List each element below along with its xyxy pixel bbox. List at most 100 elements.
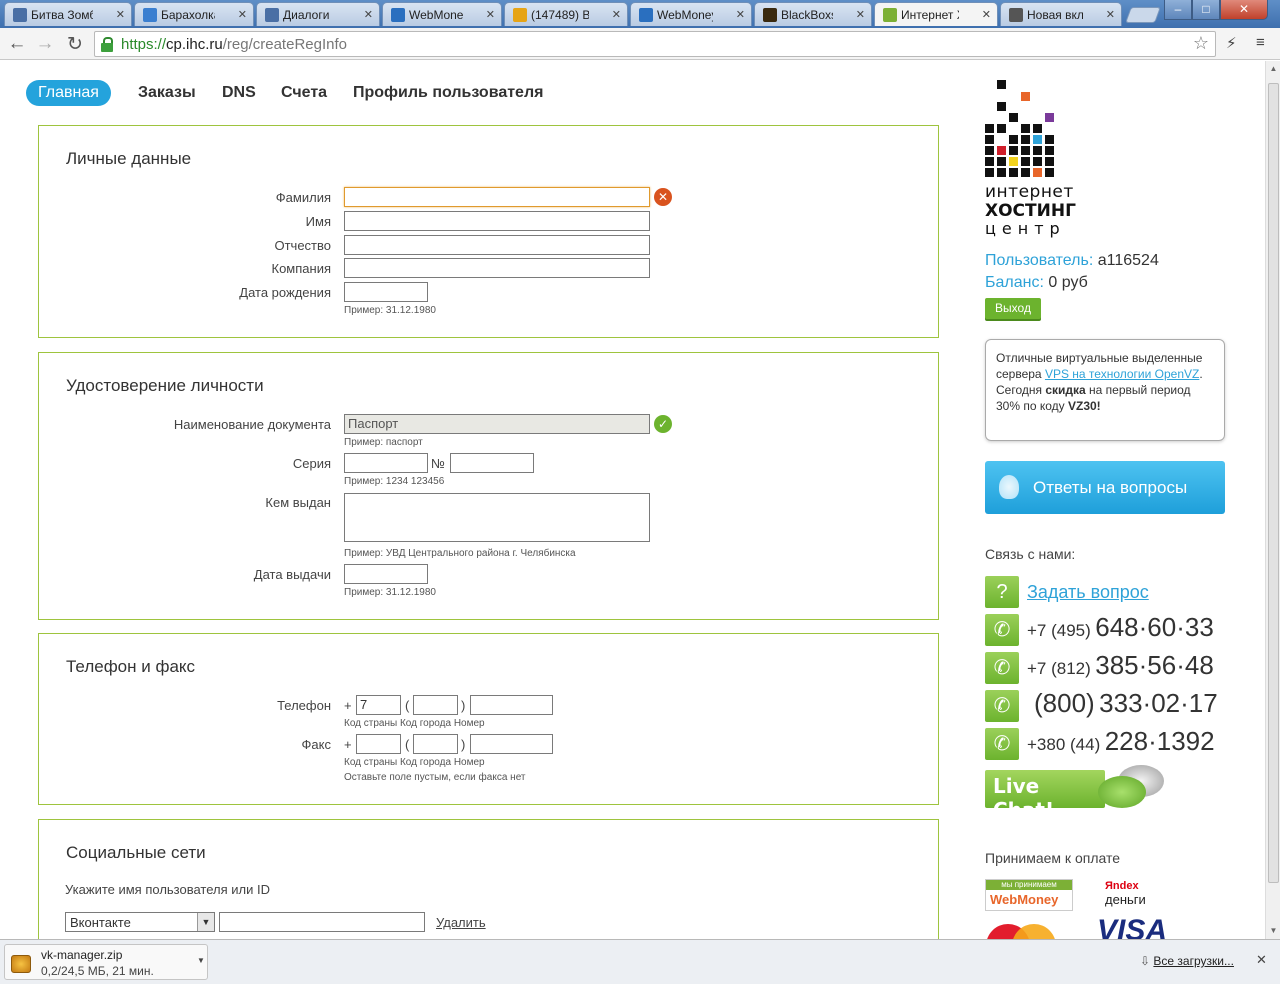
- favicon-icon: [1009, 8, 1023, 22]
- promo-code: VZ30!: [1068, 399, 1101, 413]
- scroll-down-icon[interactable]: ▼: [1266, 923, 1280, 939]
- webmoney-logo: мы принимаем WebMoney: [985, 879, 1073, 911]
- download-shelf: vk-manager.zip 0,2/24,5 МБ, 21 мин. ▼ ⇩ …: [0, 939, 1280, 984]
- fax-number-input[interactable]: [470, 734, 553, 754]
- company-label: Компания: [271, 261, 332, 276]
- phone-number-input[interactable]: [470, 695, 553, 715]
- bookmark-star-icon[interactable]: ☆: [1193, 33, 1209, 54]
- live-chat-button[interactable]: Live Chat!: [985, 770, 1105, 822]
- promo-discount: скидка: [1045, 383, 1086, 397]
- birthdate-input[interactable]: [344, 282, 428, 302]
- address-bar[interactable]: https://cp.ihc.ru/reg/createRegInfo ☆: [94, 31, 1216, 57]
- promo-vps-link[interactable]: VPS на технологии OpenVZ: [1045, 367, 1199, 381]
- browser-tab[interactable]: Барахолка - ✕: [134, 2, 254, 26]
- series-input[interactable]: [344, 453, 428, 473]
- browser-tab[interactable]: BlackBoxs.Bi ✕: [754, 2, 872, 26]
- close-window-button[interactable]: ✕: [1220, 0, 1268, 20]
- browser-tab-active[interactable]: Интернет Хо ✕: [874, 2, 998, 26]
- phone-icon: ✆: [985, 614, 1019, 646]
- payment-title: Принимаем к оплате: [985, 850, 1121, 866]
- company-input[interactable]: [344, 258, 650, 278]
- tab-close-icon[interactable]: ✕: [856, 8, 865, 21]
- phone-number: 385·56·48: [1095, 650, 1214, 680]
- tab-close-icon[interactable]: ✕: [736, 8, 745, 21]
- tab-close-icon[interactable]: ✕: [982, 8, 991, 21]
- browser-tab[interactable]: Новая вклад ✕: [1000, 2, 1122, 26]
- chat-bubble-icon: [1098, 776, 1146, 808]
- favicon-icon: [13, 8, 27, 22]
- series-label: Серия: [292, 456, 331, 471]
- forward-icon[interactable]: →: [34, 33, 56, 55]
- issuer-label: Кем выдан: [265, 495, 331, 510]
- social-username-input[interactable]: [219, 912, 425, 932]
- all-downloads-link[interactable]: ⇩ Все загрузки...: [1140, 954, 1234, 968]
- issue-date-input[interactable]: [344, 564, 428, 584]
- tab-close-icon[interactable]: ✕: [486, 8, 495, 21]
- social-network-select[interactable]: Вконтакте ▼: [65, 912, 215, 932]
- close-icon[interactable]: ✕: [1256, 952, 1267, 968]
- promo-box: Отличные виртуальные выделенные сервера …: [985, 339, 1225, 441]
- question-icon[interactable]: ?: [985, 576, 1019, 608]
- passport-number-input[interactable]: [450, 453, 534, 473]
- social-section: Социальные сети Укажите имя пользователя…: [38, 819, 939, 944]
- logout-button[interactable]: Выход: [985, 298, 1041, 319]
- url-path: /reg/createRegInfo: [222, 36, 347, 53]
- chevron-down-icon[interactable]: ▼: [197, 956, 205, 965]
- logo-text-line1: интернет: [985, 182, 1074, 202]
- url-host: cp.ihc.ru: [166, 36, 223, 53]
- phone-line: +7 (812) 385·56·48: [1027, 650, 1214, 681]
- extension-icon[interactable]: ⚡: [1226, 34, 1237, 52]
- browser-tab[interactable]: Диалоги ✕: [256, 2, 380, 26]
- plus-sign: +: [344, 737, 352, 752]
- faq-button[interactable]: Ответы на вопросы: [985, 461, 1225, 514]
- scroll-thumb[interactable]: [1268, 83, 1279, 883]
- chevron-down-icon[interactable]: ▼: [197, 913, 214, 931]
- tab-close-icon[interactable]: ✕: [116, 8, 125, 21]
- nav-profile[interactable]: Профиль пользователя: [353, 80, 543, 106]
- browser-tab[interactable]: Битва Зомби ✕: [4, 2, 132, 26]
- minimize-button[interactable]: –: [1164, 0, 1192, 20]
- download-item[interactable]: vk-manager.zip 0,2/24,5 МБ, 21 мин. ▼: [4, 944, 208, 980]
- nav-home[interactable]: Главная: [26, 80, 111, 106]
- phone-city-input[interactable]: [413, 695, 458, 715]
- nav-dns[interactable]: DNS: [222, 80, 256, 106]
- tab-close-icon[interactable]: ✕: [612, 8, 621, 21]
- ask-question-link[interactable]: Задать вопрос: [1027, 582, 1149, 603]
- phone-prefix: +380 (44): [1027, 735, 1101, 754]
- tab-close-icon[interactable]: ✕: [1106, 8, 1115, 21]
- menu-icon[interactable]: ≡: [1256, 34, 1265, 51]
- doctype-input[interactable]: Паспорт: [344, 414, 650, 434]
- fax-city-input[interactable]: [413, 734, 458, 754]
- browser-tab[interactable]: (147489) Вход ✕: [504, 2, 628, 26]
- tab-title: WebMoney К: [409, 8, 463, 22]
- surname-input[interactable]: [344, 187, 650, 207]
- delete-link[interactable]: Удалить: [436, 915, 486, 930]
- name-input[interactable]: [344, 211, 650, 231]
- scroll-up-icon[interactable]: ▲: [1266, 61, 1280, 77]
- tab-title: Барахолка -: [161, 8, 215, 22]
- issuer-hint: Пример: УВД Центрального района г. Челяб…: [344, 548, 576, 559]
- favicon-icon: [143, 8, 157, 22]
- tab-close-icon[interactable]: ✕: [238, 8, 247, 21]
- reload-icon[interactable]: ↻: [64, 33, 86, 56]
- fax-hint: Код страны Код города Номер: [344, 757, 485, 768]
- phone-prefix: +7 (495): [1027, 621, 1091, 640]
- patronymic-input[interactable]: [344, 235, 650, 255]
- page-scrollbar[interactable]: ▲ ▼: [1265, 61, 1280, 939]
- browser-toolbar: ← → ↻ https://cp.ihc.ru/reg/createRegInf…: [0, 28, 1280, 60]
- tab-close-icon[interactable]: ✕: [364, 8, 373, 21]
- fax-country-input[interactable]: [356, 734, 401, 754]
- webmoney-logo-top: мы принимаем: [986, 880, 1072, 890]
- issuer-textarea[interactable]: [344, 493, 650, 542]
- browser-tab[interactable]: WebMoney К ✕: [382, 2, 502, 26]
- browser-tab[interactable]: WebMoney К ✕: [630, 2, 752, 26]
- back-icon[interactable]: ←: [6, 33, 28, 55]
- yandex-logo-bottom: деньги: [1105, 892, 1146, 907]
- new-tab-button[interactable]: [1125, 7, 1161, 23]
- maximize-button[interactable]: □: [1192, 0, 1220, 20]
- phone-prefix: +7 (812): [1027, 659, 1091, 678]
- paren-close: ): [461, 698, 466, 713]
- nav-orders[interactable]: Заказы: [138, 80, 196, 106]
- phone-country-input[interactable]: 7: [356, 695, 401, 715]
- nav-bills[interactable]: Счета: [281, 80, 327, 106]
